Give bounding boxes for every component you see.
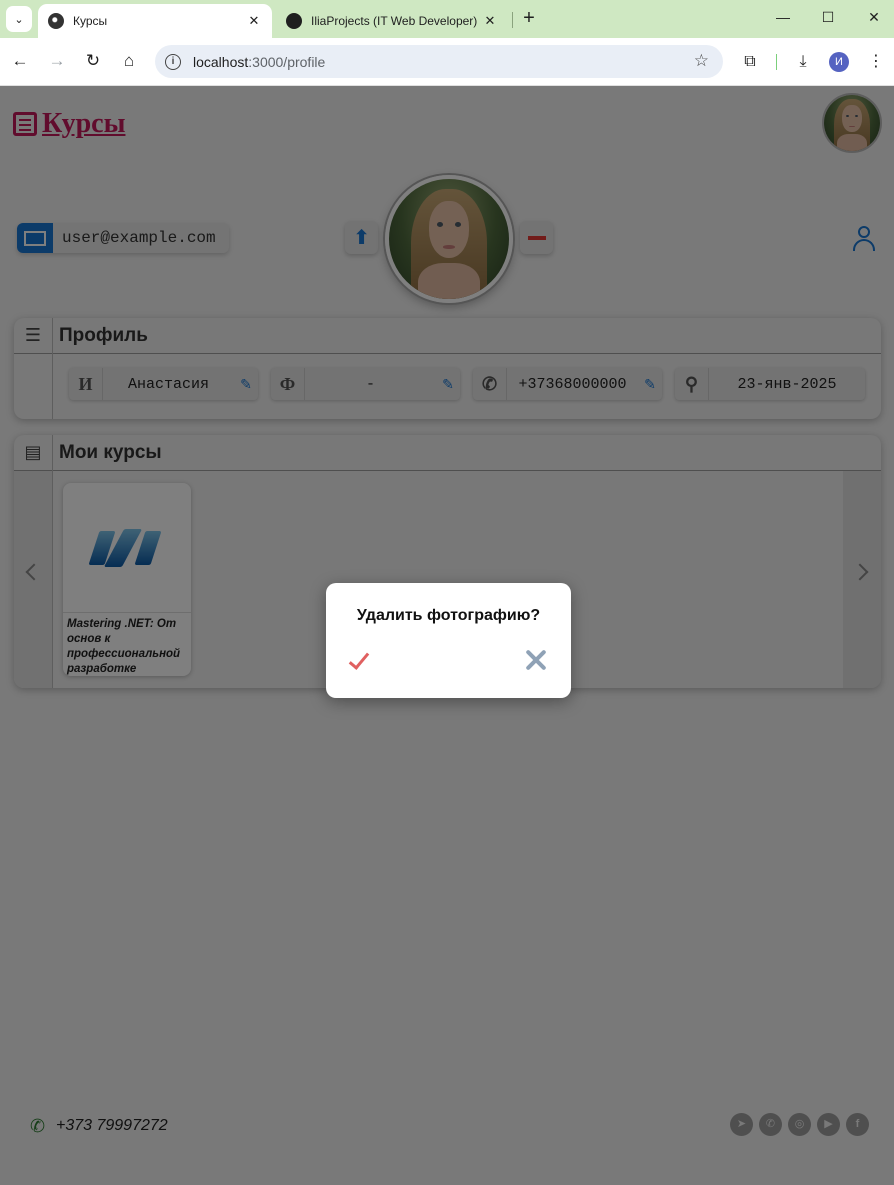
browser-toolbar: ← → ↻ ⌂ i localhost:3000/profile ☆ ⧉ ⤓ И… — [0, 38, 894, 86]
url-text: localhost:3000/profile — [193, 54, 325, 70]
maximize-button[interactable]: ☐ — [818, 9, 838, 29]
tab-title: IliaProjects (IT Web Developer) — [311, 14, 478, 28]
tab-close-icon[interactable]: ✕ — [482, 13, 498, 29]
minimize-button[interactable]: — — [773, 9, 793, 29]
bookmark-star-icon[interactable]: ☆ — [694, 51, 709, 71]
url-path: :3000/profile — [248, 53, 326, 70]
browser-tab-strip: ⌄ Курсы ✕ IliaProjects (IT Web Developer… — [0, 0, 894, 38]
close-window-button[interactable]: ✕ — [864, 9, 884, 29]
github-icon — [286, 13, 302, 29]
dialog-title: Удалить фотографию? — [356, 607, 541, 624]
site-info-icon[interactable]: i — [165, 53, 181, 70]
back-icon[interactable]: ← — [9, 50, 31, 72]
tab-search-button[interactable]: ⌄ — [6, 6, 32, 32]
home-icon[interactable]: ⌂ — [118, 50, 140, 72]
new-tab-button[interactable]: + — [519, 8, 539, 28]
tab-iliaprojects[interactable]: IliaProjects (IT Web Developer) ✕ — [276, 4, 508, 38]
delete-photo-dialog: Удалить фотографию? — [326, 583, 571, 698]
cancel-cross-button[interactable] — [521, 647, 551, 673]
download-icon[interactable]: ⤓ — [792, 51, 814, 73]
tab-close-icon[interactable]: ✕ — [246, 13, 262, 29]
toolbar-divider — [776, 54, 777, 70]
tab-title: Курсы — [73, 14, 108, 28]
confirm-checkmark-button[interactable] — [348, 647, 378, 673]
menu-icon[interactable]: ⋮ — [865, 51, 887, 73]
forward-icon[interactable]: → — [46, 50, 68, 72]
tab-divider — [512, 12, 513, 28]
tab-kursy[interactable]: Курсы ✕ — [38, 4, 272, 38]
globe-icon — [48, 13, 64, 29]
extensions-icon[interactable]: ⧉ — [739, 51, 761, 73]
browser-profile-avatar[interactable]: И — [829, 52, 849, 72]
address-bar[interactable]: i localhost:3000/profile ☆ — [155, 45, 723, 78]
url-host: localhost — [193, 53, 249, 70]
checkmark-icon — [348, 648, 370, 670]
reload-icon[interactable]: ↻ — [82, 50, 104, 72]
